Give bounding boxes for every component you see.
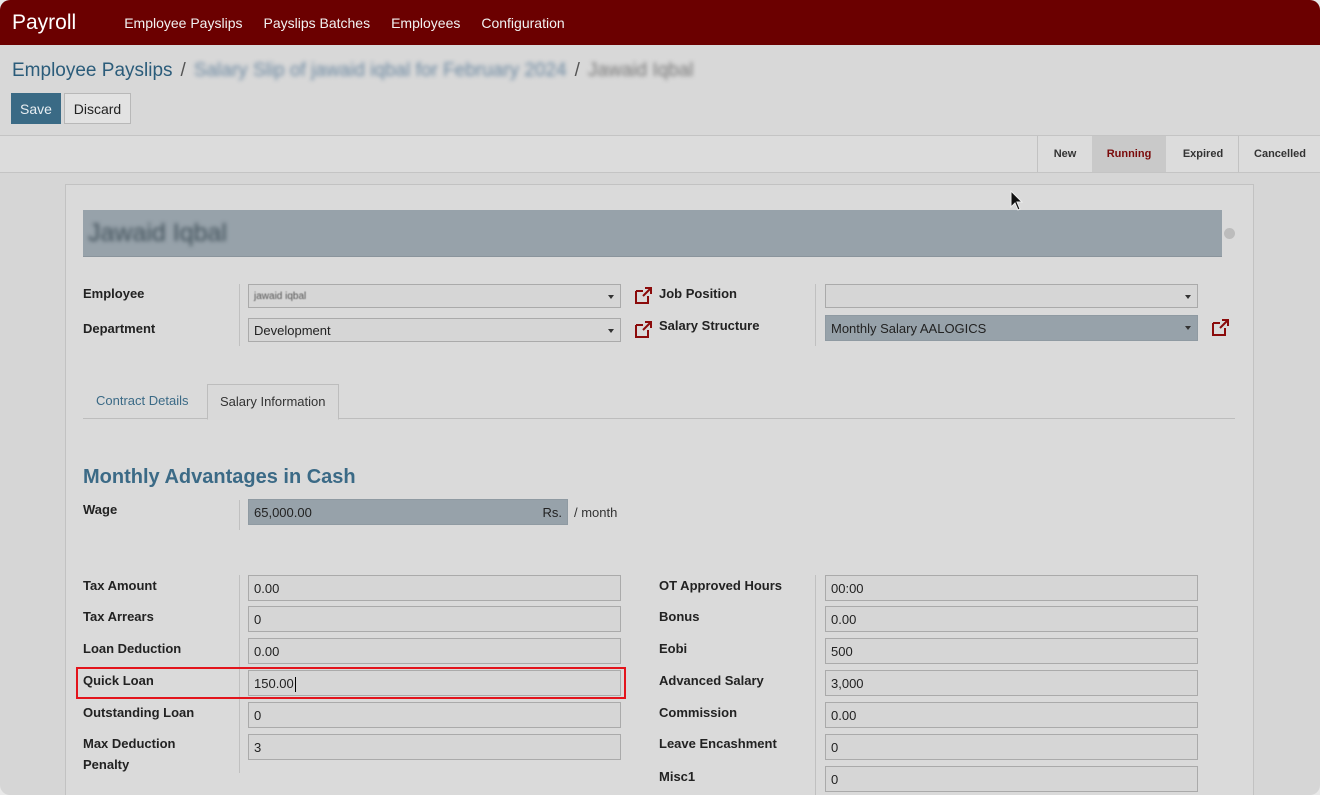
breadcrumb-separator: / xyxy=(574,60,580,81)
misc1-input[interactable]: 0 xyxy=(825,766,1198,792)
stage-cancelled[interactable]: Cancelled xyxy=(1240,136,1320,172)
commission-label: Commission xyxy=(659,705,738,720)
stage-running[interactable]: Running xyxy=(1092,136,1166,172)
breadcrumb-root[interactable]: Employee Payslips xyxy=(12,60,173,82)
tab-salary-information[interactable]: Salary Information xyxy=(207,384,339,420)
bonus-label: Bonus xyxy=(659,609,700,624)
section-title: Monthly Advantages in Cash xyxy=(83,466,356,488)
chevron-down-icon xyxy=(1185,326,1191,330)
loan-deduction-value: 0.00 xyxy=(254,644,280,659)
employee-label: Employee xyxy=(83,286,145,301)
app-window: Payroll Employee Payslips Payslips Batch… xyxy=(0,0,1320,795)
app-brand[interactable]: Payroll xyxy=(12,11,76,35)
leave-encashment-value: 0 xyxy=(831,740,839,755)
name-field[interactable]: Jawaid Iqbal xyxy=(83,210,1222,257)
misc1-label: Misc1 xyxy=(659,769,696,784)
salary-structure-label: Salary Structure xyxy=(659,318,760,333)
advanced-salary-value: 3,000 xyxy=(831,676,864,691)
employee-value: jawaid iqbal xyxy=(254,291,307,302)
currency-label: Rs. xyxy=(542,505,563,520)
stage-expired[interactable]: Expired xyxy=(1170,136,1236,172)
breadcrumb-current: Jawaid Iqbal xyxy=(587,60,694,81)
employee-select[interactable]: jawaid iqbal xyxy=(248,284,621,308)
wage-value: 65,000.00 xyxy=(254,505,312,520)
external-link-icon[interactable] xyxy=(633,286,653,306)
ot-hours-value: 00:00 xyxy=(831,581,864,596)
external-link-icon[interactable] xyxy=(1210,318,1230,338)
department-value: Development xyxy=(254,323,331,338)
job-position-select[interactable] xyxy=(825,284,1198,308)
ot-hours-input[interactable]: 00:00 xyxy=(825,575,1198,601)
top-navbar: Payroll Employee Payslips Payslips Batch… xyxy=(0,0,1320,45)
breadcrumb-separator: / xyxy=(180,60,186,81)
stage-new[interactable]: New xyxy=(1038,136,1092,172)
status-bar: New Running Expired Cancelled xyxy=(0,135,1320,173)
highlight-box xyxy=(76,667,626,699)
mouse-pointer-icon xyxy=(1010,190,1024,211)
advanced-salary-input[interactable]: 3,000 xyxy=(825,670,1198,696)
nav-employee-payslips[interactable]: Employee Payslips xyxy=(124,15,242,31)
status-dot-icon xyxy=(1224,228,1235,239)
chevron-down-icon xyxy=(608,329,614,333)
divider xyxy=(239,500,240,530)
tax-amount-label: Tax Amount xyxy=(83,578,157,593)
divider xyxy=(815,575,816,795)
breadcrumb-payslip[interactable]: Salary Slip of jawaid iqbal for February… xyxy=(194,60,567,82)
max-deduction-input[interactable]: 3 xyxy=(248,734,621,760)
leave-encashment-label: Leave Encashment xyxy=(659,736,777,751)
tax-arrears-label: Tax Arrears xyxy=(83,609,154,624)
eobi-value: 500 xyxy=(831,644,853,659)
salary-structure-select[interactable]: Monthly Salary AALOGICS xyxy=(825,315,1198,341)
nav-configuration[interactable]: Configuration xyxy=(481,15,564,31)
control-panel: Employee Payslips / Salary Slip of jawai… xyxy=(0,45,1320,135)
salary-structure-value: Monthly Salary AALOGICS xyxy=(831,321,987,336)
outstanding-loan-label: Outstanding Loan xyxy=(83,705,195,720)
tax-arrears-value: 0 xyxy=(254,612,262,627)
max-deduction-value: 3 xyxy=(254,740,262,755)
outstanding-loan-input[interactable]: 0 xyxy=(248,702,621,728)
tax-amount-value: 0.00 xyxy=(254,581,280,596)
chevron-down-icon xyxy=(1185,295,1191,299)
nav-employees[interactable]: Employees xyxy=(391,15,460,31)
bonus-input[interactable]: 0.00 xyxy=(825,606,1198,632)
advanced-salary-label: Advanced Salary xyxy=(659,673,764,688)
stage-divider xyxy=(1238,136,1239,172)
tax-arrears-input[interactable]: 0 xyxy=(248,606,621,632)
discard-button[interactable]: Discard xyxy=(64,93,131,124)
chevron-down-icon xyxy=(608,295,614,299)
max-deduction-label-2: Penalty xyxy=(83,757,130,772)
employee-name-title: Jawaid Iqbal xyxy=(88,219,227,247)
eobi-label: Eobi xyxy=(659,641,688,656)
tax-amount-input[interactable]: 0.00 xyxy=(248,575,621,601)
bonus-value: 0.00 xyxy=(831,612,857,627)
tab-contract-details[interactable]: Contract Details xyxy=(84,384,200,418)
job-position-label: Job Position xyxy=(659,286,737,301)
leave-encashment-input[interactable]: 0 xyxy=(825,734,1198,760)
breadcrumb: Employee Payslips / Salary Slip of jawai… xyxy=(12,60,694,82)
loan-deduction-label: Loan Deduction xyxy=(83,641,182,656)
loan-deduction-input[interactable]: 0.00 xyxy=(248,638,621,664)
ot-hours-label: OT Approved Hours xyxy=(659,578,783,593)
commission-value: 0.00 xyxy=(831,708,857,723)
misc1-value: 0 xyxy=(831,772,839,787)
department-label: Department xyxy=(83,321,156,336)
commission-input[interactable]: 0.00 xyxy=(825,702,1198,728)
divider xyxy=(815,284,816,346)
nav-payslips-batches[interactable]: Payslips Batches xyxy=(263,15,370,31)
wage-input[interactable]: 65,000.00 Rs. xyxy=(248,499,568,525)
save-button[interactable]: Save xyxy=(11,93,61,124)
eobi-input[interactable]: 500 xyxy=(825,638,1198,664)
department-select[interactable]: Development xyxy=(248,318,621,342)
max-deduction-label: Max Deduction xyxy=(83,736,176,751)
wage-label: Wage xyxy=(83,502,118,517)
external-link-icon[interactable] xyxy=(633,320,653,340)
per-month-label: / month xyxy=(574,505,618,520)
outstanding-loan-value: 0 xyxy=(254,708,262,723)
divider xyxy=(239,284,240,346)
